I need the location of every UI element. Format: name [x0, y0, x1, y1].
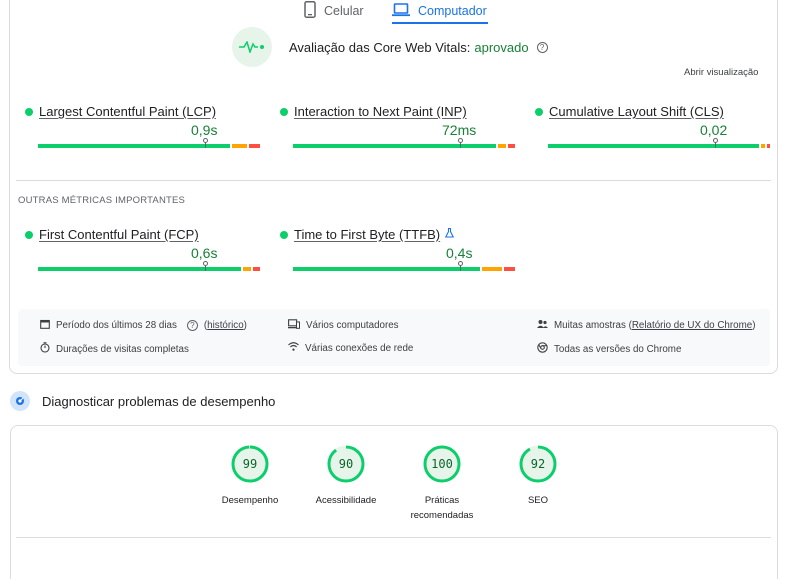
- distribution-poor-segment: [504, 267, 515, 271]
- samples-text: Muitas amostras: [554, 320, 626, 331]
- good-status-dot: [280, 230, 288, 239]
- metric-fcp: First Contentful Paint (FCP) 0,6s: [25, 227, 260, 277]
- distribution-avg-segment: [497, 144, 507, 148]
- metric-cls: Cumulative Layout Shift (CLS) 0,02: [535, 104, 770, 154]
- other-metrics-label: OUTRAS MÉTRICAS IMPORTANTES: [18, 195, 186, 206]
- score-value: 90: [338, 457, 354, 471]
- networks-text: Várias conexões de rede: [305, 342, 414, 354]
- calendar-icon: [40, 319, 50, 332]
- data-source-info: Período dos últimos 28 dias ? (histórico…: [18, 309, 770, 366]
- metric-ttfb: Time to First Byte (TTFB) 0,4s: [280, 227, 515, 277]
- diagnose-title: Diagnosticar problemas de desempenho: [42, 393, 276, 409]
- distribution-avg-segment: [761, 144, 765, 148]
- cwv-header: Avaliação das Core Web Vitals: aprovado …: [232, 27, 548, 67]
- good-status-dot: [25, 107, 33, 116]
- wifi-icon: [288, 342, 299, 354]
- chrome-ux-report-link[interactable]: Relatório de UX do Chrome: [632, 320, 752, 331]
- score-label: Desempenho: [221, 495, 279, 506]
- distribution-avg-segment: [482, 267, 503, 271]
- help-icon[interactable]: ?: [186, 320, 198, 331]
- cwv-title-text: Avaliação das Core Web Vitals:: [289, 39, 471, 55]
- metric-inp: Interaction to Next Paint (INP) 72ms: [280, 104, 515, 154]
- p75-marker: [712, 138, 718, 143]
- metric-value: 72ms: [442, 122, 477, 138]
- devices-text: Vários computadores: [306, 320, 399, 331]
- distribution-good-segment: [548, 144, 760, 148]
- metric-name[interactable]: Time to First Byte (TTFB): [294, 227, 440, 242]
- distribution-good-segment: [38, 267, 241, 271]
- score-gauge-accessibility[interactable]: 90: [326, 444, 366, 484]
- distribution-good-segment: [293, 144, 496, 148]
- info-durations: Durações de visitas completas: [40, 342, 189, 356]
- info-samples: Muitas amostras (Relatório de UX do Chro…: [537, 319, 755, 332]
- distribution-avg-segment: [231, 144, 248, 148]
- diagnose-header: Diagnosticar problemas de desempenho: [10, 391, 275, 411]
- expand-view-link[interactable]: Abrir visualização: [684, 67, 758, 78]
- score-gauge-performance[interactable]: 99: [230, 444, 270, 484]
- cwv-assessment-title: Avaliação das Core Web Vitals: aprovado …: [289, 40, 548, 55]
- people-icon: [537, 319, 548, 332]
- score-label: SEO: [527, 495, 549, 506]
- info-networks: Várias conexões de rede: [288, 342, 413, 354]
- score-value: 100: [431, 457, 453, 471]
- distribution-poor-segment: [253, 267, 260, 271]
- flask-icon: [445, 227, 455, 241]
- distribution-avg-segment: [242, 267, 252, 271]
- p75-marker: [457, 138, 463, 143]
- distribution-poor-segment: [249, 144, 260, 148]
- good-status-dot: [535, 107, 543, 116]
- score-value: 92: [530, 457, 546, 471]
- help-icon[interactable]: ?: [536, 41, 548, 53]
- metric-value: 0,9s: [191, 122, 218, 138]
- metric-name[interactable]: Largest Contentful Paint (LCP): [39, 104, 216, 119]
- metric-value: 0,4s: [446, 245, 473, 261]
- info-period: Período dos últimos 28 dias ? (histórico…: [40, 319, 247, 332]
- chrome-versions-text: Todas as versões do Chrome: [554, 343, 682, 355]
- p75-marker: [202, 261, 208, 266]
- distribution-good-segment: [38, 144, 230, 148]
- chrome-icon: [537, 342, 548, 356]
- devices-icon: [288, 319, 300, 332]
- p75-marker: [457, 261, 463, 266]
- p75-marker: [202, 138, 208, 143]
- distribution-bar: [293, 261, 515, 271]
- section-divider: [16, 180, 771, 181]
- metric-name[interactable]: Cumulative Layout Shift (CLS): [549, 104, 724, 119]
- cwv-status: aprovado: [474, 39, 529, 55]
- stopwatch-icon: [40, 342, 50, 356]
- score-value: 99: [242, 457, 258, 471]
- distribution-poor-segment: [508, 144, 515, 148]
- diagnose-icon: [10, 391, 30, 411]
- distribution-bar: [293, 138, 515, 148]
- info-chrome-versions: Todas as versões do Chrome: [537, 342, 681, 356]
- score-gauge-seo[interactable]: 92: [518, 444, 558, 484]
- score-label: Acessibilidade: [315, 495, 377, 506]
- period-text: Período dos últimos 28 dias: [56, 320, 177, 331]
- metric-name[interactable]: Interaction to Next Paint (INP): [294, 104, 467, 119]
- distribution-bar: [38, 138, 260, 148]
- history-link[interactable]: histórico: [207, 320, 243, 331]
- distribution-poor-segment: [766, 144, 770, 148]
- distribution-good-segment: [293, 267, 481, 271]
- distribution-bar: [548, 138, 770, 148]
- pulse-icon: [232, 27, 272, 67]
- good-status-dot: [280, 107, 288, 116]
- metric-lcp: Largest Contentful Paint (LCP) 0,9s: [25, 104, 260, 154]
- durations-text: Durações de visitas completas: [56, 343, 189, 355]
- good-status-dot: [25, 230, 33, 239]
- section-divider: [16, 537, 771, 538]
- info-devices: Vários computadores: [288, 319, 399, 332]
- score-gauge-best-practices[interactable]: 100: [422, 444, 462, 484]
- metric-value: 0,6s: [191, 245, 218, 261]
- distribution-bar: [38, 261, 260, 271]
- lab-scores-card: [10, 425, 778, 579]
- score-label: Práticas recomendadas: [410, 495, 474, 521]
- metric-value: 0,02: [700, 122, 728, 138]
- metric-name[interactable]: First Contentful Paint (FCP): [39, 227, 199, 242]
